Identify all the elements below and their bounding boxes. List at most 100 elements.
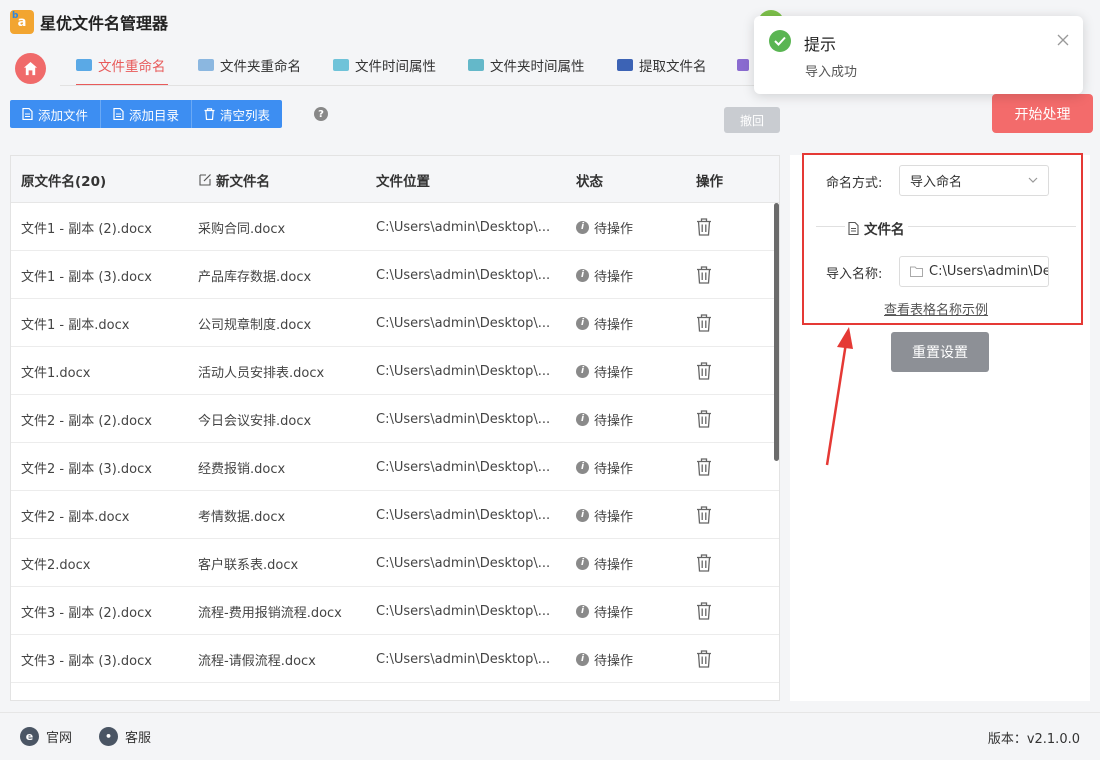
add-directory-button[interactable]: 添加目录 <box>101 100 193 128</box>
status-cell: i 待操作 <box>576 347 676 395</box>
location-cell: C:\Users\admin\Desktop\... <box>376 267 551 283</box>
location-cell: C:\Users\admin\Desktop\... <box>376 315 551 331</box>
tab-file-rename[interactable]: 文件重命名 <box>76 44 168 86</box>
delete-button[interactable] <box>696 347 726 395</box>
info-icon: i <box>576 652 589 666</box>
table-row[interactable]: 文件2 - 副本 (2).docx 今日会议安排.docx C:\Users\adm… <box>11 395 779 443</box>
status-label: 待操作 <box>594 221 634 237</box>
status-cell: i 待操作 <box>576 443 676 491</box>
customer-service-link[interactable]: • 客服 <box>99 727 151 746</box>
reset-settings-button[interactable]: 重置设置 <box>891 332 989 372</box>
delete-button[interactable] <box>696 251 726 299</box>
toolbar: 添加文件 添加目录 清空列表 <box>10 100 283 128</box>
location-cell: C:\Users\admin\Desktop\... <box>376 555 551 571</box>
new-name-cell: 客户联系表.docx <box>198 557 299 573</box>
table-row[interactable]: 文件1 - 副本.docx 公司规章制度.docx C:\Users\admin\D… <box>11 299 779 347</box>
table-row[interactable]: 文件1 - 副本 (2).docx 采购合同.docx C:\Users\admin… <box>11 203 779 251</box>
tab-label: 文件重命名 <box>98 59 166 75</box>
delete-button[interactable] <box>696 203 726 251</box>
status-label: 待操作 <box>594 413 634 429</box>
delete-button[interactable] <box>696 443 726 491</box>
close-icon[interactable] <box>1057 34 1069 46</box>
original-name-cell: 文件3 - 副本 (3).docx <box>21 653 152 669</box>
tab-label: 提取文件名 <box>639 59 707 75</box>
help-icon[interactable]: ? <box>314 107 328 121</box>
home-button[interactable] <box>15 53 46 84</box>
table-row[interactable] <box>11 683 779 700</box>
info-icon: i <box>576 460 589 474</box>
location-cell: C:\Users\admin\Desktop\... <box>376 651 551 667</box>
new-name-cell: 今日会议安排.docx <box>198 413 312 429</box>
original-name-cell: 文件1 - 副本 (2).docx <box>21 221 152 237</box>
new-name-cell: 采购合同.docx <box>198 221 286 237</box>
table-row[interactable]: 文件3 - 副本 (3).docx 流程-请假流程.docx C:\Users\ad… <box>11 635 779 683</box>
new-name-cell: 流程-费用报销流程.docx <box>198 605 342 621</box>
info-icon: i <box>576 268 589 282</box>
clear-list-button[interactable]: 清空列表 <box>192 100 283 128</box>
table-row[interactable]: 文件2.docx 客户联系表.docx C:\Users\admin\Desktop… <box>11 539 779 587</box>
success-toast: 提示 导入成功 <box>754 16 1083 94</box>
status-cell: i 待操作 <box>576 587 676 635</box>
info-icon: i <box>576 412 589 426</box>
home-icon <box>23 61 38 76</box>
status-cell: i 待操作 <box>576 491 676 539</box>
tab-more[interactable] <box>737 44 749 86</box>
trash-icon <box>696 410 712 428</box>
file-time-icon <box>333 59 349 71</box>
app-window: b a 星优文件名管理器 — — 文件重命名 文件夹重命名 文件时间属性 文件夹… <box>0 0 1100 760</box>
tab-folder-time[interactable]: 文件夹时间属性 <box>468 44 585 86</box>
chat-bubble-icon: • <box>99 727 118 746</box>
table-row[interactable]: 文件2 - 副本.docx 考情数据.docx C:\Users\admin\Des… <box>11 491 779 539</box>
status-cell: i 待操作 <box>576 395 676 443</box>
delete-button[interactable] <box>696 299 726 347</box>
table-row[interactable]: 文件3 - 副本 (2).docx 流程-费用报销流程.docx C:\Users\… <box>11 587 779 635</box>
delete-button[interactable] <box>696 539 726 587</box>
delete-button[interactable] <box>696 587 726 635</box>
undo-button[interactable]: 撤回 <box>724 107 780 133</box>
table-row[interactable]: 文件1 - 副本 (3).docx 产品库存数据.docx C:\Users\adm… <box>11 251 779 299</box>
trash-icon <box>696 650 712 668</box>
delete-button[interactable] <box>696 635 726 683</box>
info-icon: i <box>576 364 589 378</box>
trash-icon <box>696 554 712 572</box>
location-cell: C:\Users\admin\Desktop\... <box>376 507 551 523</box>
table-row[interactable]: 文件2 - 副本 (3).docx 经费报销.docx C:\Users\admin… <box>11 443 779 491</box>
start-processing-button[interactable]: 开始处理 <box>992 94 1093 133</box>
extract-filename-icon <box>617 59 633 71</box>
table-scrollbar[interactable] <box>774 203 779 461</box>
original-name-cell: 文件1.docx <box>21 365 91 381</box>
header-new-name: 新文件名 <box>199 156 270 203</box>
folder-time-icon <box>468 59 484 71</box>
trash-icon <box>696 218 712 236</box>
location-cell: C:\Users\admin\Desktop\... <box>376 219 551 235</box>
status-label: 待操作 <box>594 317 634 333</box>
check-circle-icon <box>769 30 791 52</box>
trash-icon <box>696 362 712 380</box>
file-table: 原文件名(20) 新文件名 文件位置 状态 操作 文件1 - 副本 (2).do… <box>10 155 780 701</box>
delete-button[interactable] <box>696 395 726 443</box>
new-name-cell: 流程-请假流程.docx <box>198 653 316 669</box>
delete-button[interactable] <box>696 491 726 539</box>
original-name-cell: 文件2.docx <box>21 557 91 573</box>
folder-rename-icon <box>198 59 214 71</box>
info-icon: i <box>576 316 589 330</box>
table-row[interactable]: 文件1.docx 活动人员安排表.docx C:\Users\admin\Deskt… <box>11 347 779 395</box>
info-icon: i <box>576 604 589 618</box>
status-cell: i 待操作 <box>576 251 676 299</box>
original-name-cell: 文件2 - 副本 (3).docx <box>21 461 152 477</box>
table-body: 文件1 - 副本 (2).docx 采购合同.docx C:\Users\admin… <box>11 203 779 700</box>
customer-service-label: 客服 <box>125 731 152 746</box>
info-icon: i <box>576 556 589 570</box>
tab-file-time[interactable]: 文件时间属性 <box>333 44 436 86</box>
website-link[interactable]: e 官网 <box>20 727 72 746</box>
tab-folder-rename[interactable]: 文件夹重命名 <box>198 44 301 86</box>
status-label: 待操作 <box>594 557 634 573</box>
status-cell: i 待操作 <box>576 203 676 251</box>
add-file-button[interactable]: 添加文件 <box>10 100 102 128</box>
info-icon: i <box>576 220 589 234</box>
tab-extract-filename[interactable]: 提取文件名 <box>617 44 707 86</box>
file-icon <box>22 108 33 120</box>
original-name-cell: 文件1 - 副本.docx <box>21 317 130 333</box>
original-name-cell: 文件2 - 副本 (2).docx <box>21 413 152 429</box>
highlight-box <box>802 153 1083 325</box>
